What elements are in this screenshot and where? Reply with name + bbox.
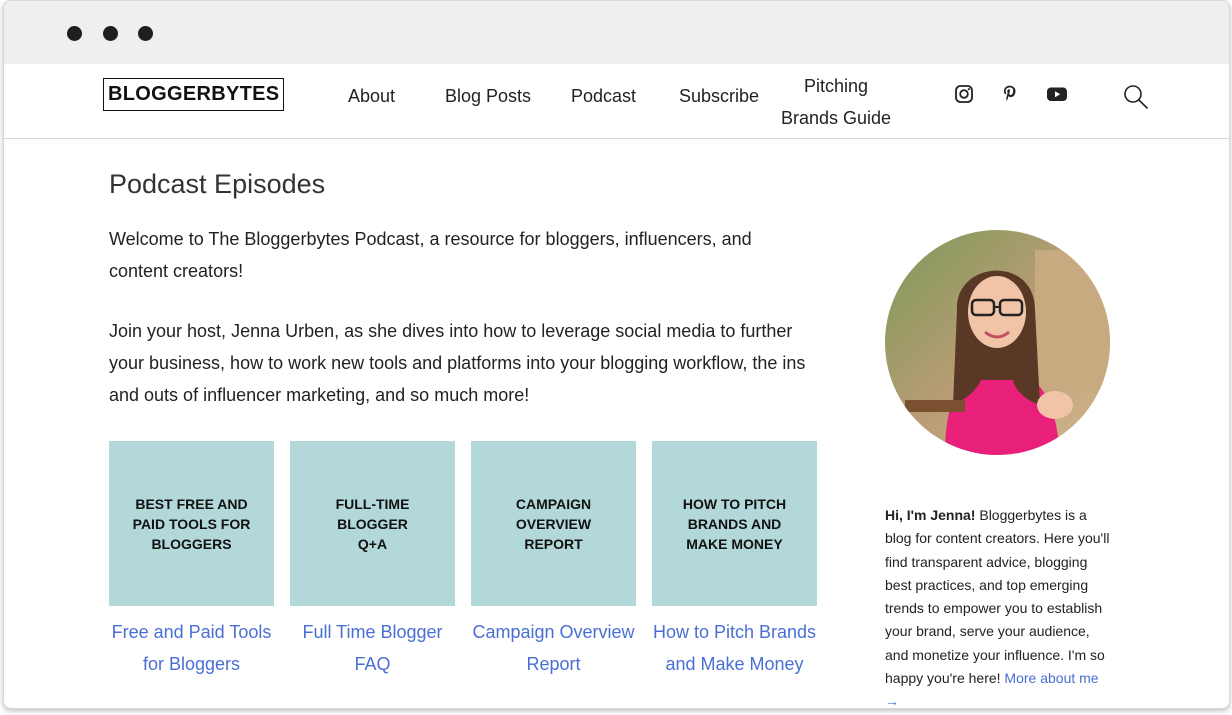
- episode-card[interactable]: HOW TO PITCH BRANDS AND MAKE MONEY How t…: [652, 441, 817, 680]
- episode-thumbnail[interactable]: HOW TO PITCH BRANDS AND MAKE MONEY: [652, 441, 817, 606]
- nav-subscribe[interactable]: Subscribe: [679, 86, 759, 107]
- window-control-close[interactable]: [67, 26, 82, 41]
- bio-greeting: Hi, I'm Jenna!: [885, 507, 976, 523]
- instagram-icon[interactable]: [954, 84, 974, 109]
- episode-link[interactable]: Free and Paid Tools for Bloggers: [109, 616, 274, 680]
- site-logo[interactable]: BLOGGERBYTES: [103, 78, 285, 111]
- host-paragraph: Join your host, Jenna Urben, as she dive…: [109, 321, 806, 405]
- episode-link[interactable]: Full Time Blogger FAQ: [290, 616, 455, 680]
- episode-thumbnail[interactable]: BEST FREE AND PAID TOOLS FOR BLOGGERS: [109, 441, 274, 606]
- browser-window: BLOGGERBYTES About Blog Posts Podcast Su…: [3, 0, 1230, 709]
- episode-card[interactable]: FULL-TIME BLOGGER Q+A Full Time Blogger …: [290, 441, 455, 680]
- pinterest-icon[interactable]: [1000, 84, 1020, 109]
- episode-thumbnail-text: CAMPAIGN OVERVIEW REPORT: [515, 495, 592, 552]
- episode-thumbnail[interactable]: CAMPAIGN OVERVIEW REPORT: [471, 441, 636, 606]
- episode-card[interactable]: CAMPAIGN OVERVIEW REPORT Campaign Overvi…: [471, 441, 636, 680]
- page-title: Podcast Episodes: [109, 169, 326, 199]
- episode-thumbnail-text: FULL-TIME BLOGGER Q+A: [335, 495, 410, 552]
- author-photo: [885, 230, 1110, 455]
- nav-blog-posts[interactable]: Blog Posts: [445, 86, 531, 107]
- sidebar: Hi, I'm Jenna! Bloggerbytes is a blog fo…: [885, 230, 1113, 708]
- episode-link[interactable]: How to Pitch Brands and Make Money: [652, 616, 817, 680]
- nav-podcast[interactable]: Podcast: [571, 86, 636, 107]
- nav-pitching-brands-guide[interactable]: Pitching Brands Guide: [776, 70, 896, 134]
- episode-thumbnail[interactable]: FULL-TIME BLOGGER Q+A: [290, 441, 455, 606]
- search-icon[interactable]: [1122, 83, 1150, 116]
- window-control-minimize[interactable]: [103, 26, 118, 41]
- episode-card[interactable]: BEST FREE AND PAID TOOLS FOR BLOGGERS Fr…: [109, 441, 274, 680]
- intro-paragraph: Welcome to The Bloggerbytes Podcast, a r…: [109, 229, 752, 281]
- episode-thumbnail-text: HOW TO PITCH BRANDS AND MAKE MONEY: [682, 495, 787, 552]
- episode-link[interactable]: Campaign Overview Report: [471, 616, 636, 680]
- title-bar: [4, 1, 1229, 64]
- author-bio: Hi, I'm Jenna! Bloggerbytes is a blog fo…: [885, 504, 1113, 708]
- episode-thumbnail-text: BEST FREE AND PAID TOOLS FOR BLOGGERS: [132, 495, 251, 552]
- bio-text: Bloggerbytes is a blog for content creat…: [885, 507, 1110, 687]
- youtube-icon[interactable]: [1046, 84, 1068, 109]
- nav-about[interactable]: About: [348, 86, 395, 107]
- site-header: BLOGGERBYTES About Blog Posts Podcast Su…: [4, 64, 1229, 139]
- window-control-zoom[interactable]: [138, 26, 153, 41]
